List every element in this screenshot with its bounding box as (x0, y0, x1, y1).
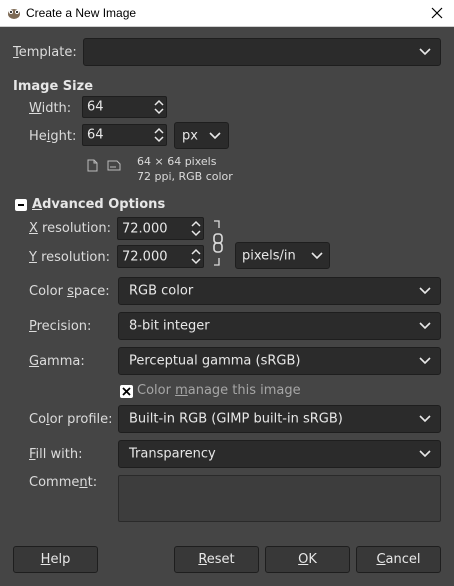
chain-link-icon[interactable] (210, 220, 224, 266)
width-spinner[interactable]: 64 (82, 96, 167, 118)
gamma-value: Perceptual gamma (sRGB) (129, 353, 301, 369)
collapse-icon[interactable] (15, 199, 27, 211)
increment-icon[interactable] (154, 127, 164, 135)
gimp-icon (8, 9, 20, 19)
width-label: Width: (29, 101, 72, 116)
height-value: 64 (87, 127, 104, 143)
gamma-label: Gamma: (29, 354, 85, 369)
precision-select[interactable]: 8-bit integer (118, 312, 441, 340)
chevron-down-icon (311, 251, 323, 259)
x-resolution-label: X resolution: (29, 221, 111, 236)
chevron-down-icon (419, 322, 431, 330)
chevron-down-icon (419, 415, 431, 423)
resolution-unit-select[interactable]: pixels/in (235, 242, 330, 269)
fill-with-select[interactable]: Transparency (118, 440, 441, 468)
decrement-icon[interactable] (154, 135, 164, 143)
increment-icon[interactable] (191, 248, 201, 256)
ok-button[interactable]: OK (265, 546, 350, 573)
color-space-value: RGB color (129, 283, 194, 299)
y-resolution-value: 72.000 (122, 249, 168, 264)
width-value: 64 (87, 99, 104, 115)
color-profile-value: Built-in RGB (GIMP built-in sRGB) (129, 411, 343, 427)
color-profile-select[interactable]: Built-in RGB (GIMP built-in sRGB) (118, 405, 441, 433)
color-space-select[interactable]: RGB color (118, 277, 441, 305)
height-spinner[interactable]: 64 (82, 124, 167, 146)
resolution-unit-value: pixels/in (242, 248, 296, 263)
x-resolution-spinner[interactable]: 72.000 (117, 217, 204, 240)
increment-icon[interactable] (154, 99, 164, 107)
fill-with-value: Transparency (129, 446, 216, 462)
chevron-down-icon (419, 357, 431, 365)
x-resolution-value: 72.000 (122, 221, 168, 236)
check-icon (122, 387, 131, 396)
height-label: Height: (29, 129, 77, 144)
chevron-down-icon (419, 450, 431, 458)
image-size-heading: Image Size (13, 79, 94, 94)
color-manage-label[interactable]: Color manage this image (137, 383, 301, 398)
precision-label: Precision: (29, 319, 92, 334)
close-button[interactable] (420, 0, 454, 27)
comment-label: Comment: (29, 475, 98, 490)
chevron-down-icon (419, 48, 431, 56)
y-resolution-label: Y resolution: (29, 250, 111, 265)
color-profile-label: Color profile: (29, 412, 113, 427)
close-icon (431, 7, 443, 19)
cancel-button[interactable]: Cancel (356, 546, 441, 573)
chevron-down-icon (209, 131, 221, 139)
increment-icon[interactable] (191, 220, 201, 228)
decrement-icon[interactable] (191, 229, 201, 237)
decrement-icon[interactable] (191, 257, 201, 265)
image-resolution-info: 72 ppi, RGB color (137, 170, 233, 183)
comment-textarea[interactable] (118, 475, 441, 522)
landscape-icon[interactable] (107, 160, 121, 171)
portrait-icon[interactable] (87, 159, 98, 172)
gamma-select[interactable]: Perceptual gamma (sRGB) (118, 347, 441, 375)
help-button[interactable]: Help (13, 546, 98, 573)
advanced-options-expander[interactable]: Advanced Options (32, 197, 165, 212)
reset-button[interactable]: Reset (174, 546, 259, 573)
template-label: Template: (13, 45, 77, 60)
image-dimensions-info: 64 × 64 pixels (137, 155, 217, 168)
fill-with-label: Fill with: (29, 447, 83, 462)
size-unit-value: px (182, 128, 198, 143)
size-unit-select[interactable]: px (174, 122, 229, 149)
window-title: Create a New Image (26, 6, 137, 20)
title-bar: Create a New Image (0, 0, 454, 27)
template-select[interactable] (83, 38, 441, 66)
y-resolution-spinner[interactable]: 72.000 (117, 245, 204, 268)
precision-value: 8-bit integer (129, 318, 210, 334)
color-space-label: Color space: (29, 284, 110, 299)
decrement-icon[interactable] (154, 107, 164, 115)
color-manage-checkbox[interactable] (120, 385, 133, 398)
chevron-down-icon (419, 287, 431, 295)
